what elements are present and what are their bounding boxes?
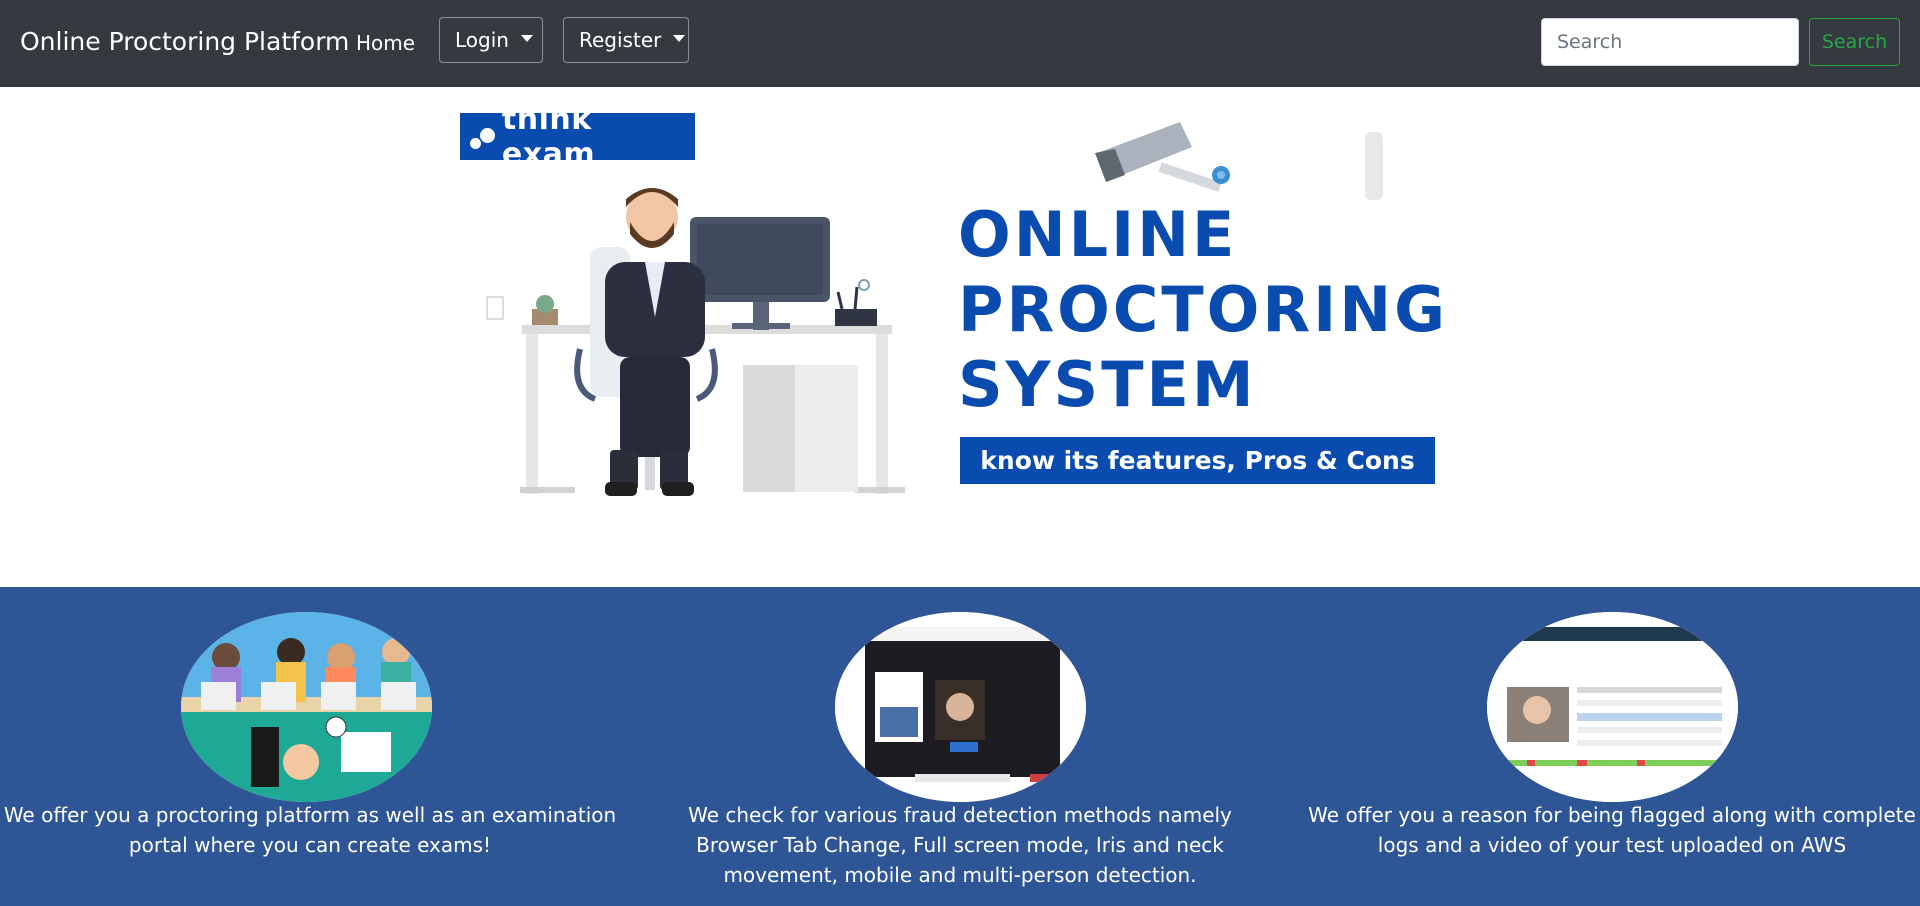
register-dropdown-button[interactable]: Register bbox=[563, 17, 689, 63]
top-navbar: Online Proctoring Platform Home Login Re… bbox=[0, 0, 1920, 87]
search-input[interactable] bbox=[1541, 18, 1799, 66]
register-label: Register bbox=[579, 28, 662, 52]
feature-text: We offer you a proctoring platform as we… bbox=[3, 803, 617, 857]
hero-banner: think exam ONLINE PROCTORING SYSTEM know… bbox=[440, 87, 1480, 587]
hero-title-line: SYSTEM bbox=[958, 348, 1257, 421]
caret-down-icon bbox=[520, 34, 533, 42]
hero-title-line: ONLINE bbox=[958, 198, 1238, 271]
students-at-computers-icon bbox=[181, 612, 432, 802]
caret-down-icon bbox=[673, 34, 686, 42]
exam-results-log-icon bbox=[1487, 612, 1738, 802]
feature-text: We offer you a reason for being flagged … bbox=[1308, 803, 1916, 857]
webcam-proctoring-icon bbox=[835, 612, 1086, 802]
hero-tagline: know its features, Pros & Cons bbox=[960, 437, 1435, 484]
cctv-camera-icon bbox=[1095, 122, 1383, 200]
search-button[interactable]: Search bbox=[1809, 18, 1900, 66]
hero-title: ONLINE PROCTORING SYSTEM bbox=[958, 197, 1448, 422]
nav-link-home[interactable]: Home bbox=[356, 28, 415, 58]
logo-mark-icon bbox=[468, 122, 498, 152]
think-exam-logo: think exam bbox=[460, 102, 695, 172]
logo-text: think exam bbox=[501, 101, 596, 172]
navbar-brand[interactable]: Online Proctoring Platform bbox=[20, 24, 349, 60]
login-dropdown-button[interactable]: Login bbox=[439, 17, 543, 63]
feature-text: We check for various fraud detection met… bbox=[688, 803, 1232, 887]
features-section: We offer you a proctoring platform as we… bbox=[0, 587, 1920, 906]
login-label: Login bbox=[455, 28, 509, 52]
hero-title-line: PROCTORING bbox=[958, 273, 1448, 346]
